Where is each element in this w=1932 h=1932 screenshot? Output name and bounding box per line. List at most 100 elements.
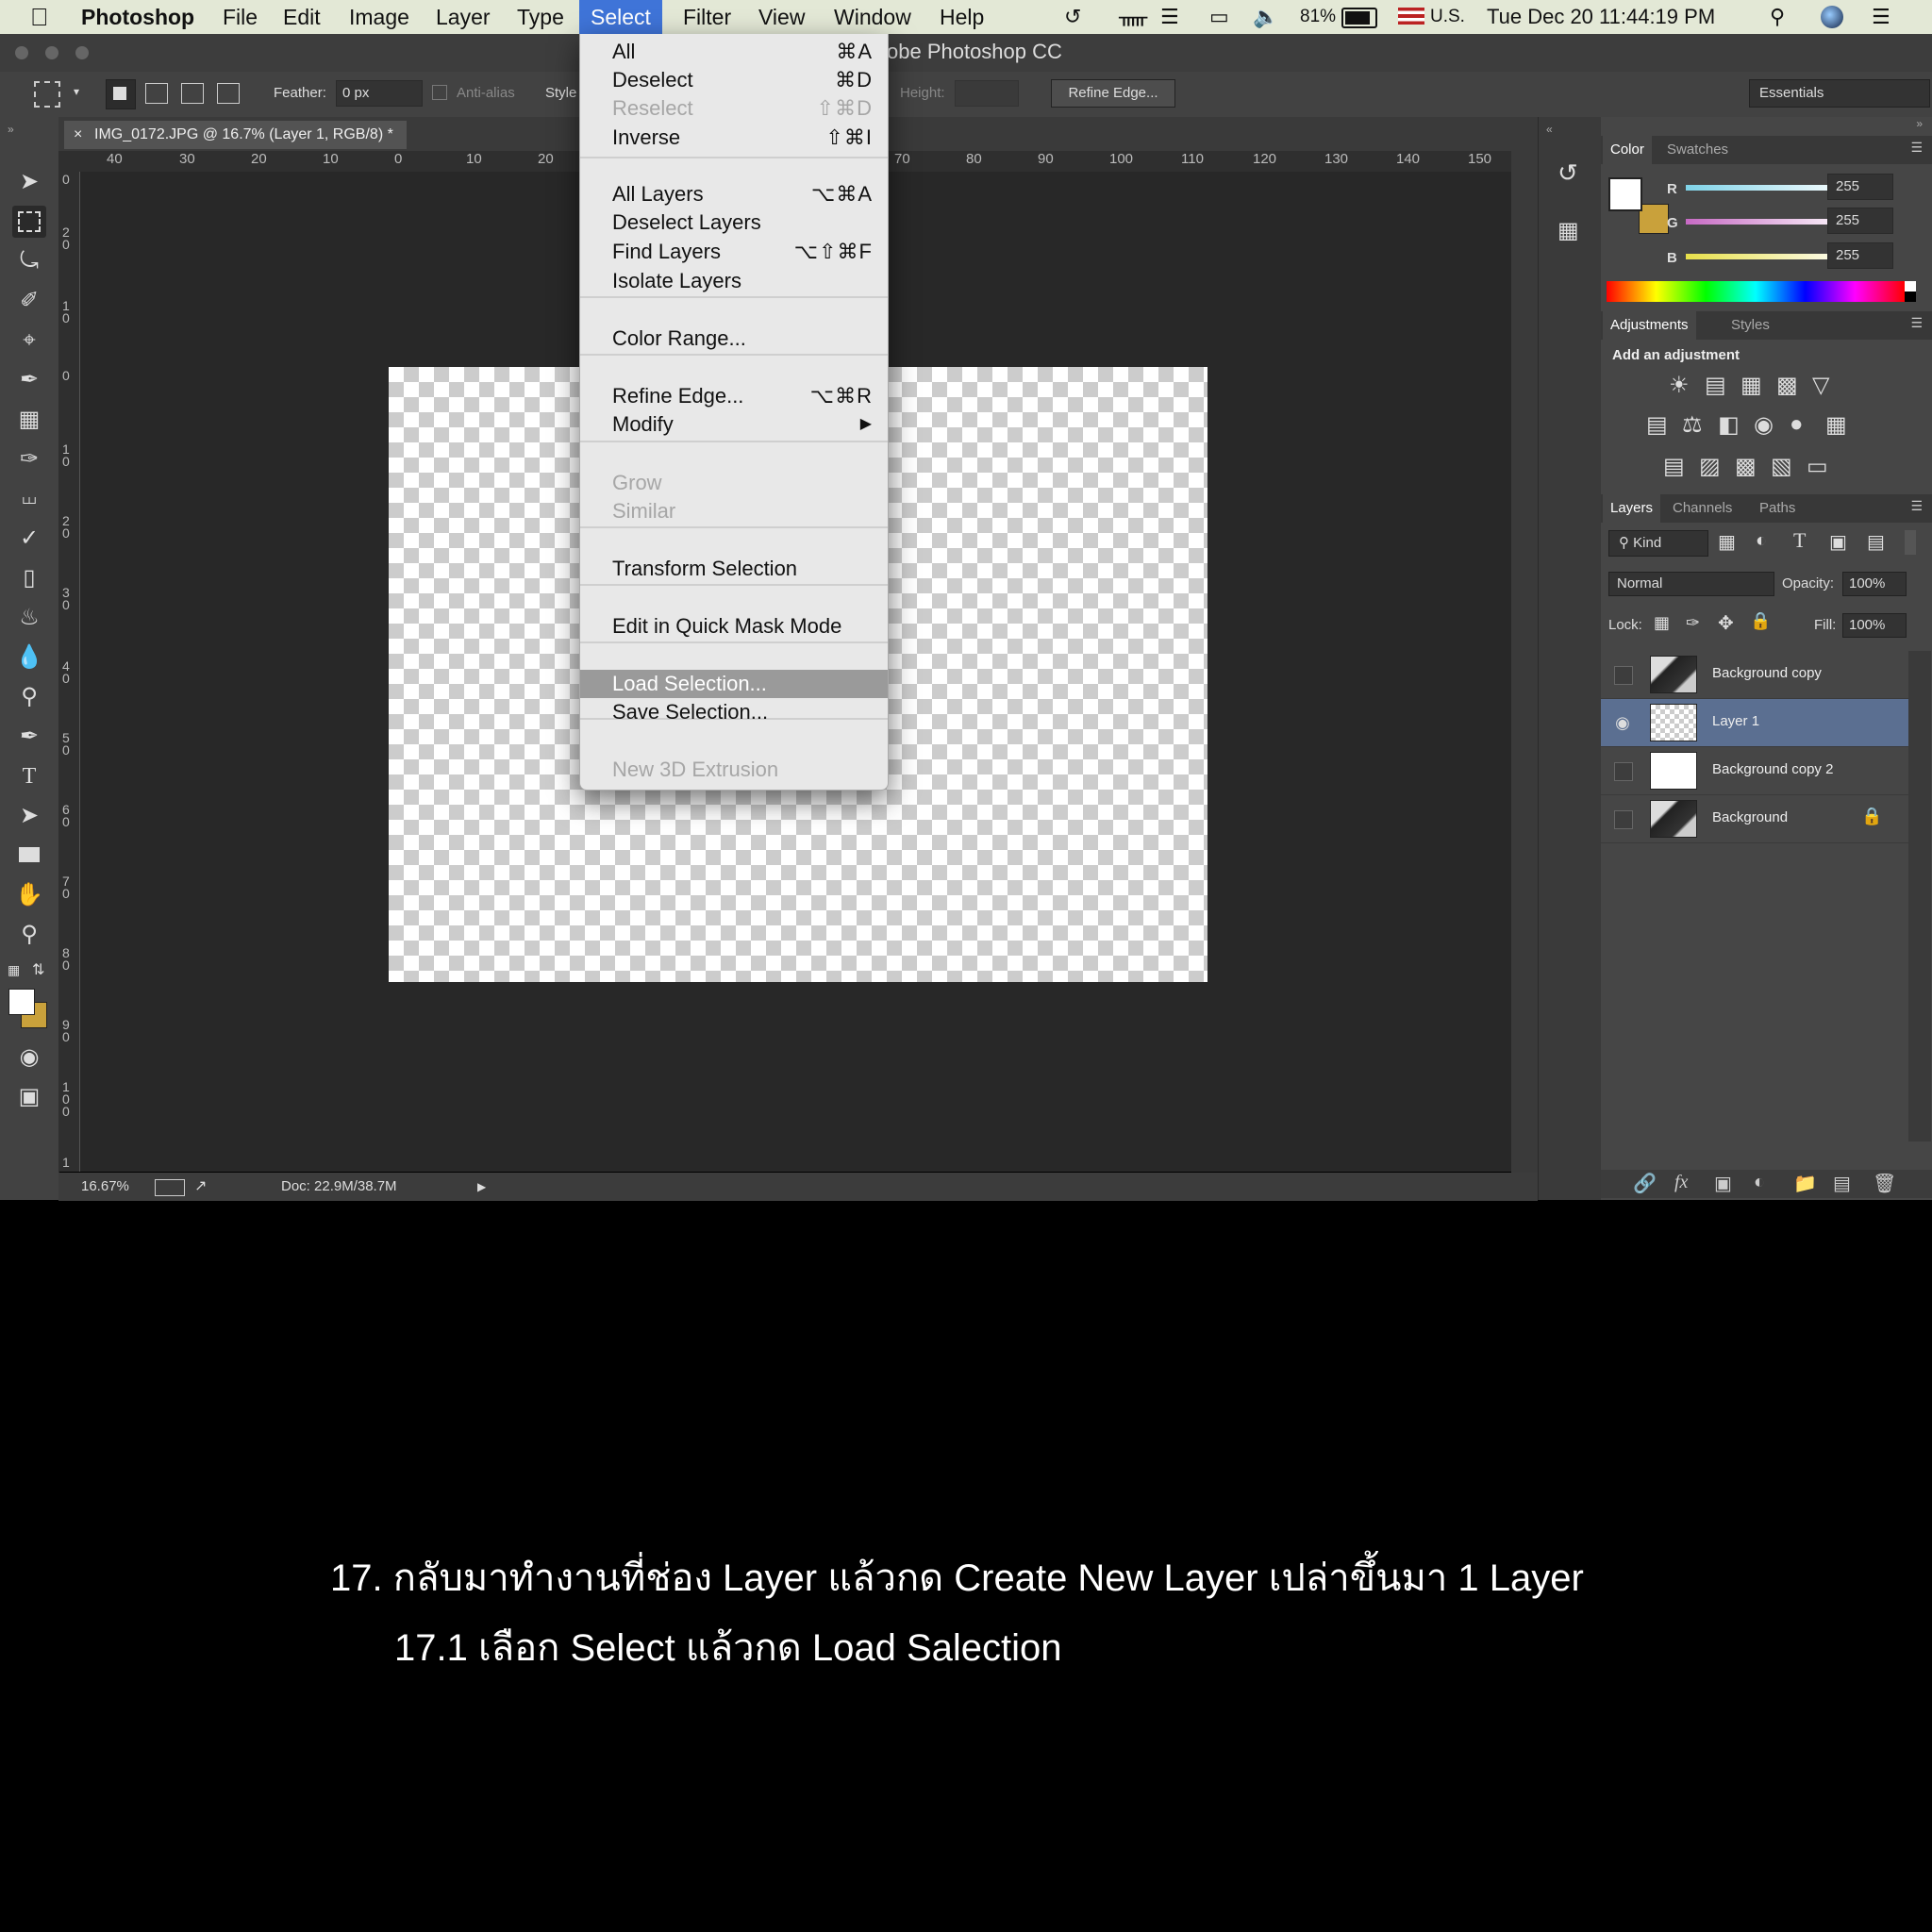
menu-item-isolate-layers[interactable]: Isolate Layers [580,267,888,295]
lock-pixels-icon[interactable]: ✑ [1686,613,1700,633]
menu-image[interactable]: Image [349,4,409,30]
intersect-selection-icon[interactable] [217,83,240,104]
visibility-toggle[interactable] [1614,762,1633,781]
chevron-down-icon[interactable]: ▾ [74,85,79,98]
threshold-icon[interactable]: ▩ [1735,453,1757,480]
document-tab[interactable]: × IMG_0172.JPG @ 16.7% (Layer 1, RGB/8) … [64,121,407,149]
new-group-icon[interactable]: 📁 [1793,1172,1817,1195]
layer-filter-kind-select[interactable]: ⚲ Kind [1608,530,1708,557]
status-menu-arrow-icon[interactable]: ▶ [477,1173,486,1201]
opacity-input[interactable]: 100% [1842,572,1907,596]
menu-item-all-layers[interactable]: All Layers ⌥⌘A [580,180,888,208]
menu-item-find-layers[interactable]: Find Layers ⌥⇧⌘F [580,238,888,266]
link-layers-icon[interactable]: 🔗 [1633,1172,1657,1195]
default-colors-icon[interactable]: ▦ [8,962,20,978]
selective-color-icon[interactable]: ▭ [1807,453,1828,480]
swap-colors-icon[interactable]: ⇅ [32,960,44,979]
zoom-level[interactable]: 16.67% [81,1173,129,1201]
filter-pixel-icon[interactable]: ▦ [1718,530,1736,554]
black-white-icon[interactable]: ◧ [1718,411,1740,439]
menu-item-refine-edge[interactable]: Refine Edge... ⌥⌘R [580,382,888,410]
menu-view[interactable]: View [758,4,805,30]
create-new-layer-icon[interactable]: ▤ [1833,1172,1851,1195]
healing-brush-tool-icon[interactable]: ▦ [12,404,46,436]
color-balance-icon[interactable]: ⚖ [1682,411,1703,439]
menu-item-color-range[interactable]: Color Range... [580,325,888,353]
filter-toggle[interactable] [1905,530,1916,555]
foreground-color-swatch[interactable] [8,989,35,1015]
wifi-icon[interactable]: ☰ [1160,4,1179,30]
brightness-icon[interactable]: ☀ [1669,372,1690,399]
collapse-dock-icon[interactable]: « [1546,123,1553,136]
collapse-panels-icon[interactable]: » [1916,117,1923,130]
eraser-tool-icon[interactable]: ▯ [12,562,46,594]
menu-help[interactable]: Help [940,4,984,30]
notification-center-icon[interactable]: ☰ [1872,4,1890,30]
layer-row-background-copy[interactable]: Background copy [1601,651,1908,699]
brush-tool-icon[interactable]: ✑ [12,443,46,475]
layer-row-background[interactable]: Background 🔒 [1601,795,1908,843]
properties-panel-icon[interactable]: ▦ [1557,217,1579,244]
tab-styles[interactable]: Styles [1724,311,1777,340]
menu-file[interactable]: File [223,4,258,30]
menu-item-deselect[interactable]: Deselect ⌘D [580,66,888,94]
eye-icon[interactable]: ◉ [1614,714,1631,731]
curves-icon[interactable]: ▦ [1740,372,1762,399]
screen-mode-icon[interactable]: ▣ [12,1081,46,1113]
workspace-select[interactable]: Essentials [1749,79,1930,108]
time-machine-icon[interactable]: ↺ [1064,4,1081,30]
airplay-icon[interactable]: ▭ [1209,4,1229,30]
lock-transparent-icon[interactable]: ▦ [1654,613,1670,633]
subtract-from-selection-icon[interactable] [181,83,204,104]
menu-layer[interactable]: Layer [436,4,491,30]
menu-filter[interactable]: Filter [683,4,731,30]
invert-icon[interactable]: ▤ [1663,453,1685,480]
height-input[interactable] [955,80,1019,107]
layer-row-layer-1[interactable]: ◉ Layer 1 [1601,699,1908,747]
new-adjustment-layer-icon[interactable]: ◐ [1754,1172,1765,1193]
battery-icon[interactable] [1341,8,1377,28]
menu-item-save-selection[interactable]: Save Selection... [580,698,888,726]
panel-menu-icon[interactable]: ☰ [1910,140,1923,156]
menu-item-deselect-layers[interactable]: Deselect Layers [580,208,888,237]
apple-icon[interactable]:  [30,4,49,30]
blend-mode-select[interactable]: Normal [1608,572,1774,596]
filter-smart-object-icon[interactable]: ▤ [1867,530,1885,554]
spotlight-search-icon[interactable]: ⚲ [1770,4,1785,30]
menu-item-load-selection[interactable]: Load Selection... [580,670,888,698]
bluetooth-icon[interactable]: ᚅ [1119,4,1147,30]
menu-item-edit-in-quick-mask-mode[interactable]: Edit in Quick Mask Mode [580,612,888,641]
color-spectrum-bar[interactable] [1607,281,1905,302]
quick-selection-tool-icon[interactable]: ✐ [12,285,46,317]
clock[interactable]: Tue Dec 20 11:44:19 PM [1487,4,1715,30]
menu-edit[interactable]: Edit [283,4,321,30]
layer-style-fx-icon[interactable]: fx [1674,1172,1688,1193]
zoom-window-button[interactable] [75,46,89,59]
filter-adjustment-icon[interactable]: ◐ [1756,530,1767,552]
lock-all-icon[interactable]: 🔒 [1750,611,1771,631]
dodge-tool-icon[interactable]: ⚲ [12,681,46,713]
paint-bucket-tool-icon[interactable]: ♨ [12,602,46,634]
menu-window[interactable]: Window [834,4,911,30]
rectangle-tool-icon[interactable] [12,840,46,872]
collapse-icon[interactable]: » [8,123,14,136]
menu-item-inverse[interactable]: Inverse ⇧⌘I [580,124,888,152]
hue-saturation-icon[interactable]: ▤ [1646,411,1668,439]
crop-tool-icon[interactable]: ⌖ [12,325,46,357]
share-icon[interactable]: ↗ [194,1173,207,1201]
layers-scrollbar[interactable] [1908,651,1931,1141]
menu-select[interactable]: Select [579,0,662,34]
r-value-input[interactable]: 255 [1827,174,1893,200]
tab-layers[interactable]: Layers [1603,494,1661,523]
flag-us-icon[interactable] [1398,8,1424,25]
refine-edge-button[interactable]: Refine Edge... [1051,79,1175,108]
lock-position-icon[interactable]: ✥ [1718,611,1734,635]
tab-color[interactable]: Color [1603,136,1652,164]
filter-shape-icon[interactable]: ▣ [1829,530,1847,554]
quick-mask-icon[interactable]: ◉ [12,1041,46,1074]
tab-paths[interactable]: Paths [1752,494,1803,523]
b-value-input[interactable]: 255 [1827,242,1893,269]
gpu-icon[interactable] [155,1179,185,1196]
filter-type-icon[interactable]: T [1793,528,1806,553]
exposure-icon[interactable]: ▩ [1776,372,1798,399]
